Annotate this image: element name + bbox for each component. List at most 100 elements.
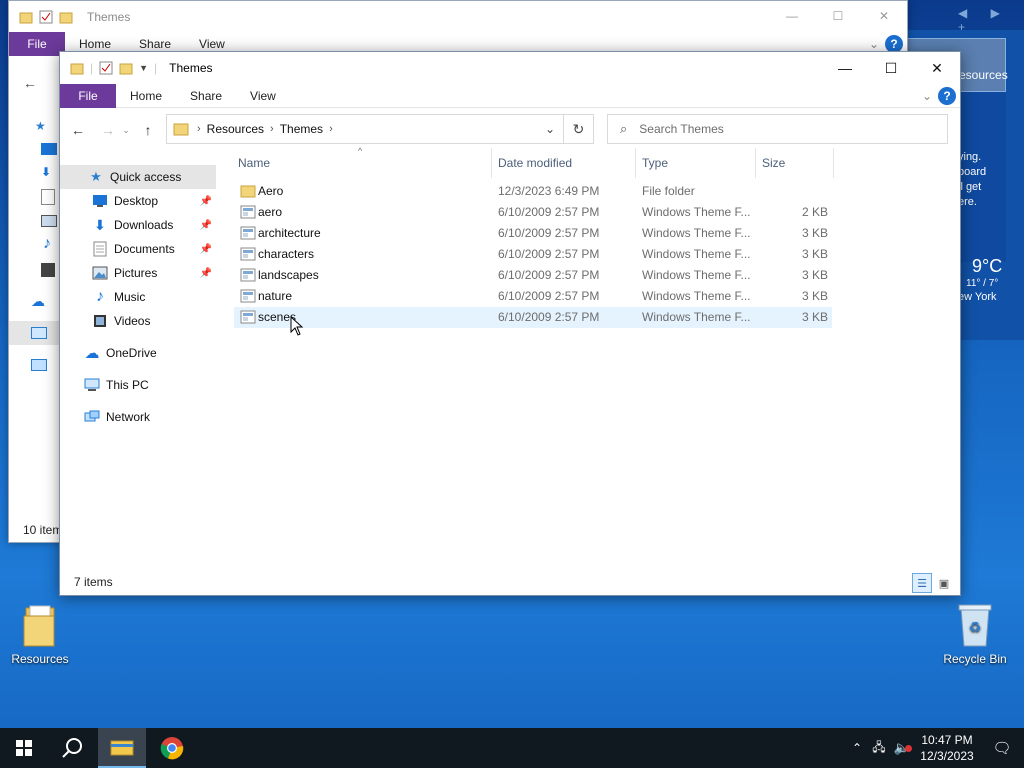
tab-share[interactable]: Share <box>176 89 236 103</box>
file-type: File folder <box>642 184 695 198</box>
documents-icon <box>41 189 55 205</box>
nav-quick-access[interactable]: ★ Quick access <box>60 165 216 189</box>
nav-network[interactable]: Network <box>60 405 216 429</box>
tab-view[interactable]: View <box>236 89 290 103</box>
nav-desktop[interactable]: Desktop 📌 <box>60 189 216 213</box>
nav-videos[interactable]: Videos <box>60 309 216 333</box>
table-row[interactable]: architecture 6/10/2009 2:57 PM Windows The… <box>234 223 832 244</box>
help-icon[interactable]: ? <box>938 87 956 105</box>
refresh-button[interactable]: ↻ <box>563 115 593 143</box>
file-name: nature <box>258 289 293 303</box>
back-tab-share[interactable]: Share <box>125 37 185 51</box>
large-icons-view-button[interactable]: ▣ <box>934 573 954 593</box>
mouse-cursor-icon <box>290 316 304 336</box>
close-icon[interactable]: ✕ <box>861 1 907 32</box>
properties-icon[interactable] <box>99 61 113 75</box>
network-icon <box>31 359 47 371</box>
explorer-window[interactable]: | ▼ | Themes — ☐ ✕ File Home Share View … <box>59 51 961 596</box>
maximize-icon: ☐ <box>884 59 898 76</box>
back-arrow-icon[interactable]: ← <box>66 122 90 138</box>
notifications-icon[interactable]: 🗨 <box>980 739 1024 757</box>
table-row[interactable]: Aero 12/3/2023 6:49 PM File folder <box>234 181 832 202</box>
ribbon-expand-icon[interactable]: ⌄ <box>869 37 879 51</box>
minimize-icon[interactable]: — <box>769 1 815 32</box>
taskbar-chrome[interactable] <box>148 728 196 768</box>
breadcrumb-resources[interactable]: Resources <box>207 122 264 136</box>
nav-downloads[interactable]: ⬇ Downloads 📌 <box>60 213 216 237</box>
titlebar[interactable]: | ▼ | Themes — ☐ ✕ <box>60 52 960 84</box>
close-button[interactable]: ✕ <box>914 52 960 84</box>
forward-arrow-icon[interactable]: → <box>96 122 120 138</box>
volume-muted-icon[interactable]: 🔈 <box>890 740 914 756</box>
network-status-icon[interactable]: 🖧 <box>868 738 890 759</box>
search-button[interactable] <box>48 728 96 768</box>
file-size: 3 KB <box>801 289 828 303</box>
back-tab-home[interactable]: Home <box>65 37 125 51</box>
address-bar[interactable]: › Resources › Themes › ⌄ ↻ <box>166 114 594 144</box>
customize-toolbar-icon[interactable]: ▼ <box>139 63 148 73</box>
back-titlebar[interactable]: Themes — ☐ ✕ <box>9 1 907 32</box>
search-box[interactable]: ⌕ <box>607 114 948 144</box>
computer-icon <box>84 377 100 393</box>
details-view-icon: ☰ <box>917 577 927 590</box>
column-header-name[interactable]: Name <box>234 148 492 178</box>
column-header-date[interactable]: Date modified <box>494 148 636 178</box>
table-row[interactable]: scenes 6/10/2009 2:57 PM Windows Theme F..… <box>234 307 832 328</box>
pin-icon[interactable]: 📌 <box>200 268 212 279</box>
back-tab-view[interactable]: View <box>185 37 239 51</box>
svg-text:♻: ♻ <box>969 620 982 636</box>
search-input[interactable] <box>639 122 920 136</box>
quick-access-toolbar: | ▼ <box>60 61 148 75</box>
folder-icon[interactable] <box>70 61 84 75</box>
taskbar-file-explorer[interactable] <box>98 728 146 768</box>
maximize-button[interactable]: ☐ <box>868 52 914 84</box>
back-file-tab[interactable]: File <box>9 32 65 56</box>
music-icon: ♪ <box>96 288 104 305</box>
table-row[interactable]: nature 6/10/2009 2:57 PM Windows Theme F..… <box>234 286 832 307</box>
file-date: 12/3/2023 6:49 PM <box>498 184 600 198</box>
file-tab[interactable]: File <box>60 83 116 108</box>
pin-icon[interactable]: 📌 <box>200 244 212 255</box>
nav-onedrive[interactable]: ☁ OneDrive <box>60 341 216 365</box>
start-button[interactable] <box>0 728 48 768</box>
table-row[interactable]: characters 6/10/2009 2:57 PM Windows Theme… <box>234 244 832 265</box>
pin-icon[interactable]: 📌 <box>200 196 212 207</box>
nav-pictures[interactable]: Pictures 📌 <box>60 261 216 285</box>
file-name: architecture <box>258 226 321 240</box>
chevron-up-icon[interactable]: ⌃ <box>846 741 868 755</box>
window-controls: — ☐ ✕ <box>822 52 960 84</box>
recent-locations-icon[interactable]: ⌄ <box>120 125 132 136</box>
desktop-icon-recycle-bin[interactable]: ♻ Recycle Bin <box>935 602 1015 666</box>
minimize-button[interactable]: — <box>822 52 868 84</box>
nav-this-pc[interactable]: This PC <box>60 373 216 397</box>
table-row[interactable]: landscapes 6/10/2009 2:57 PM Windows Theme… <box>234 265 832 286</box>
folder-icon <box>173 123 189 136</box>
chevron-down-icon[interactable]: ⌄ <box>545 122 555 136</box>
desktop-icon <box>41 143 57 155</box>
chevron-right-icon[interactable]: › <box>270 123 274 135</box>
up-arrow-icon[interactable]: ↑ <box>136 122 160 138</box>
file-size: 3 KB <box>801 268 828 282</box>
back-arrow-icon[interactable]: ← <box>23 75 37 91</box>
taskbar-clock[interactable]: 10:47 PM 12/3/2023 <box>914 732 980 764</box>
pin-icon[interactable]: 📌 <box>200 220 212 231</box>
windows-logo-icon <box>16 740 32 756</box>
desktop-icon-resources[interactable]: Resources <box>0 604 80 666</box>
column-header-type[interactable]: Type <box>638 148 756 178</box>
maximize-icon[interactable]: ☐ <box>815 1 861 32</box>
documents-icon <box>92 241 108 257</box>
nav-documents[interactable]: Documents 📌 <box>60 237 216 261</box>
nav-music[interactable]: ♪ Music <box>60 285 216 309</box>
tab-home[interactable]: Home <box>116 89 176 103</box>
chevron-right-icon[interactable]: › <box>197 123 201 135</box>
breadcrumb-themes[interactable]: Themes <box>280 122 323 136</box>
table-row[interactable]: aero 6/10/2009 2:57 PM Windows Theme F... 2… <box>234 202 832 223</box>
chevron-right-icon[interactable]: › <box>329 123 333 135</box>
theme-file-icon <box>240 205 256 222</box>
column-header-size[interactable]: Size <box>758 148 834 178</box>
new-folder-icon[interactable] <box>119 61 133 75</box>
widget-nav[interactable]: ◀ ▶ + <box>958 6 1024 34</box>
details-view-button[interactable]: ☰ <box>912 573 932 593</box>
ribbon-expand-icon[interactable]: ⌄ <box>922 89 932 103</box>
clock-date: 12/3/2023 <box>920 749 974 763</box>
